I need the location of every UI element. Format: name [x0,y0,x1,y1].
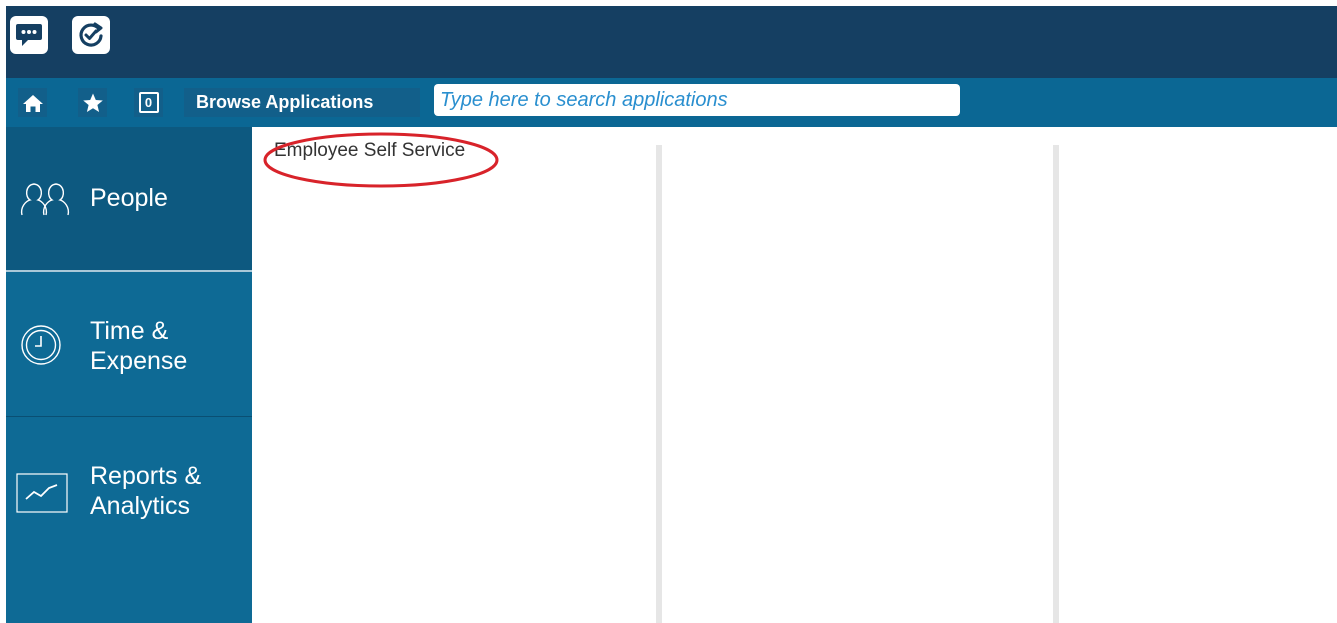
people-icon [20,183,70,216]
sidebar-label-line2: Analytics [90,492,191,520]
application-search-input[interactable] [434,84,960,116]
sidebar-label-line2: Expense [90,347,188,375]
chat-icon [16,24,42,46]
sidebar-item-label: People [90,184,168,212]
sidebar-item-reports-analytics[interactable]: Reports & Analytics [6,417,252,623]
refresh-check-icon [79,22,103,47]
star-icon [82,93,103,112]
clock-icon [21,325,61,365]
sidebar-label-line1: Reports & [90,462,202,490]
app-window: 0 Browse Applications People Time & Expe… [6,6,1337,623]
home-icon [22,94,43,112]
highlight-annotation [263,132,499,188]
sidebar-item-people[interactable]: People [6,127,252,270]
refresh-app-button[interactable] [72,16,110,54]
top-bar [6,6,1337,78]
sidebar-item-label: Time & Expense [90,316,187,376]
counter-badge: 0 [138,92,159,113]
sidebar-item-label: Reports & Analytics [90,461,201,521]
counter-button[interactable]: 0 [134,88,163,117]
column-separator [656,145,662,623]
sidebar-item-time-expense[interactable]: Time & Expense [6,272,252,416]
home-button[interactable] [18,88,47,117]
column-separator [1053,145,1059,623]
applications-panel: Employee Self Service [252,127,1337,623]
sidebar: People Time & Expense Reports & Analytic… [6,127,252,623]
sidebar-label-line1: Time & [90,317,169,345]
toolbar: 0 Browse Applications [6,78,1337,127]
favorites-button[interactable] [78,88,107,117]
chart-icon [16,473,68,513]
chat-app-button[interactable] [10,16,48,54]
browse-applications-button[interactable]: Browse Applications [184,88,420,117]
